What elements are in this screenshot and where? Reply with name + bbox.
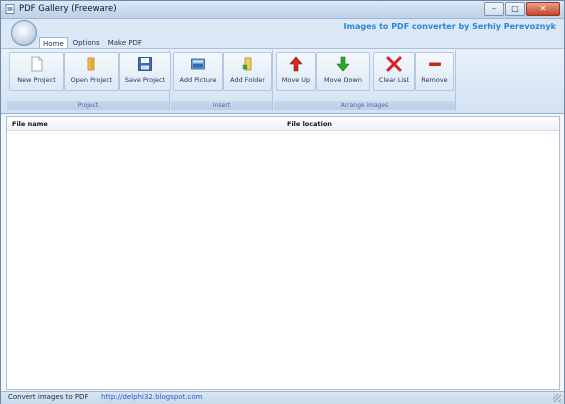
move-up-button[interactable]: Move Up [276,52,316,91]
open-folder-icon [87,57,94,71]
app-window: PDF Gallery (Freeware) – □ ✕ Home Option… [0,0,565,404]
button-label: Move Up [281,76,311,84]
group-arrange-images: Move Up Move Down Clear List Remove Arra… [274,50,456,111]
window-controls: – □ ✕ [484,2,560,16]
status-bar: Convert images to PDF http://delphi32.bl… [1,391,564,404]
remove-button[interactable]: Remove [415,52,454,91]
new-project-button[interactable]: New Project [9,52,64,91]
button-label: Clear List [378,76,410,84]
maximize-button[interactable]: □ [505,2,525,16]
group-insert: Add Picture Add Folder Insert [171,50,273,111]
application-menu-button[interactable] [11,20,37,46]
button-label: Add Folder [230,76,265,84]
red-x-icon [386,56,402,72]
status-text: Convert images to PDF [8,393,89,401]
open-project-button[interactable]: Open Project [64,52,119,91]
group-project: New Project Open Project Save Project Pr… [7,50,171,111]
close-button[interactable]: ✕ [526,2,560,16]
button-label: Remove [421,76,448,84]
button-label: Add Picture [179,76,217,84]
clear-list-button[interactable]: Clear List [373,52,415,91]
button-label: Save Project [124,76,166,84]
add-folder-button[interactable]: Add Folder [223,52,272,91]
save-project-button[interactable]: Save Project [119,52,171,91]
minus-icon [428,62,441,66]
brand-caption: Images to PDF converter by Serhiy Perevo… [343,22,556,31]
picture-icon [191,58,205,70]
file-list[interactable]: File name File location [6,116,560,390]
resize-grip[interactable] [553,394,561,402]
button-label: Open Project [70,76,113,84]
minimize-button[interactable]: – [484,2,504,16]
add-picture-button[interactable]: Add Picture [173,52,223,91]
list-header: File name File location [7,117,559,131]
group-label: Project [7,101,169,110]
arrow-up-icon [289,56,303,72]
title-bar: PDF Gallery (Freeware) – □ ✕ [1,1,564,19]
app-icon [5,4,15,14]
ribbon-panel: New Project Open Project Save Project Pr… [1,48,564,114]
floppy-disk-icon [138,57,152,71]
new-document-icon [31,56,42,72]
move-down-button[interactable]: Move Down [316,52,370,91]
column-header-file-location[interactable]: File location [287,120,332,128]
group-label: Insert [171,101,272,110]
column-header-file-name[interactable]: File name [12,120,48,128]
button-label: New Project [17,76,56,84]
arrow-down-icon [336,56,350,72]
group-label: Arrange images [274,101,455,110]
window-title: PDF Gallery (Freeware) [19,4,117,14]
button-label: Move Down [324,76,362,84]
status-link[interactable]: http://delphi32.blogspot.com [101,393,203,401]
add-folder-icon [241,57,251,71]
